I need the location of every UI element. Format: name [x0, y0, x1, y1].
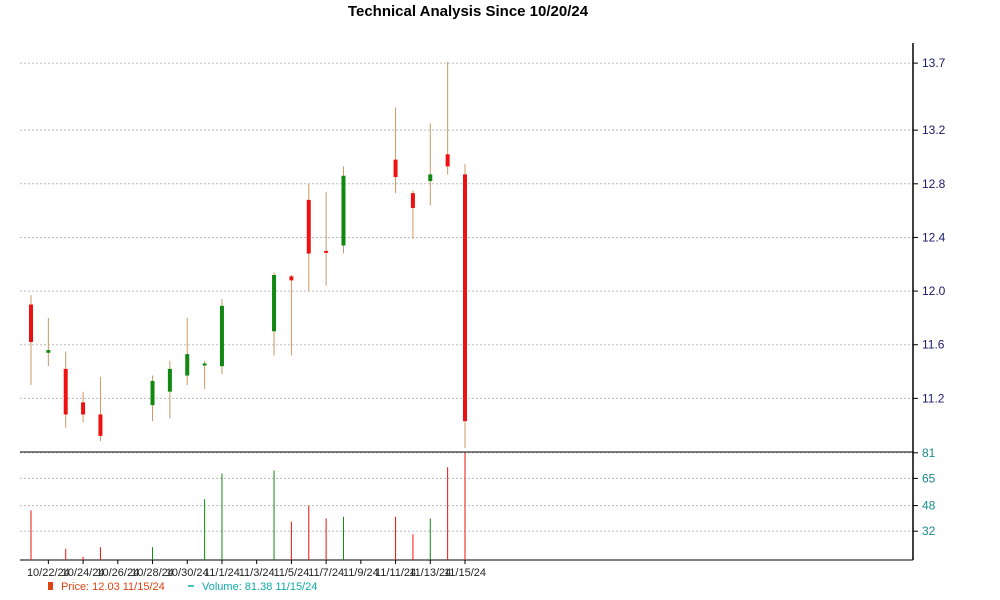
price-legend-swatch [48, 582, 53, 590]
candle-body-up [272, 274, 277, 332]
chart-legend: Price: 12.03 11/15/24 Volume: 81.38 11/1… [48, 581, 317, 593]
candle-body-down [445, 154, 450, 167]
candle-body-down [393, 159, 398, 178]
candle-body-up [150, 380, 155, 406]
x-tick-label: 11/5/24 [273, 567, 309, 579]
candle-body-down [98, 414, 103, 436]
candle-body-up [167, 368, 172, 392]
candle-body-up [46, 350, 51, 353]
chart-title: Technical Analysis Since 10/20/24 [348, 3, 589, 20]
candle-body-down [63, 368, 68, 415]
candle-layer [29, 61, 467, 448]
price-tick-label: 13.2 [922, 123, 946, 137]
candle-body-down [29, 304, 33, 343]
x-tick-label: 11/9/24 [343, 567, 379, 579]
candle-body-down [289, 276, 294, 281]
x-tick-label: 11/7/24 [308, 567, 344, 579]
volume-tick-label: 32 [922, 524, 936, 538]
volume-legend-label: Volume: 81.38 11/15/24 [202, 581, 317, 593]
x-tick-label: 11/15/24 [444, 567, 486, 579]
candle-body-up [185, 354, 190, 376]
price-tick-label: 12.0 [922, 284, 946, 298]
volume-tick-label: 81 [922, 446, 936, 460]
label-layer: 11.211.612.012.412.813.213.73248658110/2… [27, 56, 946, 579]
volume-tick-label: 65 [922, 471, 936, 485]
grid-layer [20, 62, 918, 564]
technical-analysis-chart: Technical Analysis Since 10/20/24 11.2 11… [20, 3, 946, 593]
price-tick-label: 11.2 [922, 391, 945, 405]
candle-body-down [463, 174, 467, 422]
x-tick-label: 11/3/24 [239, 567, 275, 579]
candle-body-up [202, 363, 207, 366]
candle-body-down [410, 193, 415, 208]
candle-body-down [324, 250, 329, 253]
candle-body-up [219, 305, 224, 367]
price-tick-label: 12.4 [922, 230, 946, 244]
price-tick-label: 13.7 [922, 56, 946, 70]
price-tick-label: 12.8 [922, 177, 946, 191]
chart-container: Technical Analysis Since 10/20/24 11.2 11… [0, 0, 1000, 600]
x-tick-label: 10/30/24 [166, 567, 209, 579]
candle-body-up [428, 174, 433, 182]
candle-body-down [306, 199, 311, 254]
x-tick-label: 11/1/24 [204, 567, 240, 579]
volume-layer [30, 452, 466, 560]
volume-tick-label: 48 [922, 499, 936, 513]
candle-body-up [341, 175, 346, 246]
price-legend-label: Price: 12.03 11/15/24 [61, 581, 165, 593]
price-tick-label: 11.6 [922, 338, 945, 352]
candle-body-down [81, 402, 86, 415]
